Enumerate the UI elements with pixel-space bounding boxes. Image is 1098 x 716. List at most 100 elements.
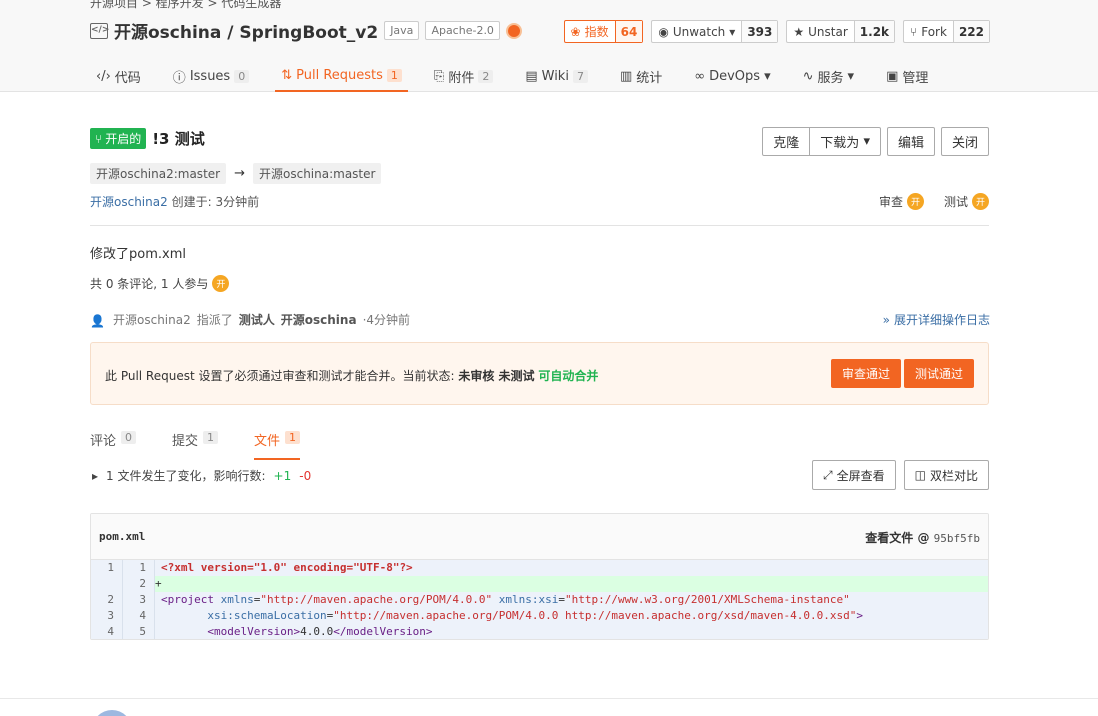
repo-title: </> 开源oschina / SpringBoot_v2 Java Apach… [90,18,522,43]
changes-summary[interactable]: ▸ 1 文件发生了变化，影响行数: +1 -0 [92,467,311,484]
pr-description: 修改了pom.xml [90,247,186,262]
fork-icon: ⑂ [910,24,918,39]
status-badge: ⑂ 开启的 [90,128,147,149]
tab-files[interactable]: 文件 1 [254,428,301,460]
tab-manage[interactable]: ▣ 管理 [880,60,934,92]
avatar[interactable]: 开 [212,275,230,292]
code-icon: ‹/› [96,68,111,84]
watch-button[interactable]: ◉ Unwatch ▾ 393 [651,20,779,43]
pull-request-icon: ⇅ [281,67,293,83]
repo-header: 开源项目 > 程序开发 > 代码生成器 </> 开源oschina / Spri… [0,0,1098,92]
eye-icon: ◉ [658,24,669,39]
code-line: <modelVersion>4.0.0</modelVersion> [207,625,433,638]
fullscreen-button[interactable]: ⤢ 全屏查看 [812,460,896,490]
star-button[interactable]: ★ Unstar 1.2k [786,20,896,43]
double-chevron-down-icon: » [882,312,890,327]
tab-issues[interactable]: ⓘ Issues 0 [167,60,255,92]
code-line: <project xmlns="http://maven.apache.org/… [161,593,850,606]
star-icon: ★ [793,24,805,39]
notice-text: 此 Pull Request 设置了必须通过审查和测试才能合并。当前状态: 未审… [105,369,599,383]
tab-wiki[interactable]: ▤ Wiki 7 [519,60,594,92]
code-line: <?xml version="1.0" encoding="UTF-8"?> [161,561,413,574]
created-info: 开源oschina2 创建于: 3分钟前 [90,195,260,209]
pr-header: ⑂ 开启的 !3 测试 [90,128,205,149]
tab-pull-requests[interactable]: ⇅ Pull Requests 1 [275,60,408,92]
target-branch[interactable]: 开源oschina:master [253,163,382,184]
diff-body: 1 1 <?xml version="1.0" encoding="UTF-8"… [91,560,988,639]
code-line: + [155,577,162,590]
clone-download-group: 克隆 下载为 ▾ [762,127,881,156]
repo-code-icon: </> [90,22,109,39]
diff-line: 2 3 <project xmlns="http://maven.apache.… [91,592,988,608]
divider [90,225,989,226]
bar-chart-icon: ▥ [619,68,633,84]
comment-summary: 共 0 条评论, 1 人参与 开 [90,275,230,292]
repo-tabs: ‹/› 代码 ⓘ Issues 0 ⇅ Pull Requests 1 ⎘ 附件 2 ▤ Wik… [90,60,954,92]
review-pass-button[interactable]: 审查通过 [830,359,901,388]
diff-filename[interactable]: pom.xml [99,530,145,543]
caret-right-icon: ▸ [92,468,99,483]
user-add-icon: 👤 [90,313,105,328]
avatar: 开 [972,193,989,210]
tab-services[interactable]: ∿ 服务 ▾ [797,60,860,92]
tester[interactable]: 测试开 [944,193,989,210]
close-button[interactable]: 关闭 [940,127,989,156]
diff-panel: pom.xml 查看文件 @ 95bf5fb 1 1 <?xml version… [90,513,989,640]
book-icon: ▤ [525,68,538,84]
language-tag[interactable]: Java [384,21,420,40]
download-button[interactable]: 下载为 ▾ [810,127,881,156]
diff-line: 3 4 xsi:schemaLocation="http://maven.apa… [91,608,988,624]
avatar: 开 [906,193,924,210]
avatar [92,710,132,716]
tab-comments[interactable]: 评论 0 [90,428,137,460]
edit-button[interactable]: 编辑 [886,127,935,156]
pr-title: !3 测试 [152,130,205,148]
tab-attachments[interactable]: ⎘ 附件 2 [428,60,499,92]
pulse-icon: ∿ [802,68,814,84]
tab-stats[interactable]: ▥ 统计 [614,60,668,92]
notice-buttons: 审查通过 测试通过 [830,359,974,388]
flower-icon: ❀ [570,24,581,39]
breadcrumb[interactable]: 开源项目 > 程序开发 > 代码生成器 [90,0,281,11]
tab-commits[interactable]: 提交 1 [172,428,219,460]
test-pass-button[interactable]: 测试通过 [903,359,974,388]
reviewer[interactable]: 审查开 [879,193,924,210]
split-view-button[interactable]: ◫ 双栏对比 [903,460,989,490]
settings-doc-icon: ▣ [886,68,899,84]
diff-line: 4 5 <modelVersion>4.0.0</modelVersion> [91,624,988,639]
repo-name[interactable]: 开源oschina / SpringBoot_v2 [114,18,378,43]
expand-icon: ⤢ [823,467,833,482]
tab-code[interactable]: ‹/› 代码 [90,60,147,92]
paperclip-icon: ⎘ [433,68,445,84]
created-time: 3分钟前 [215,195,260,209]
footer-divider [0,698,1098,699]
view-file-link[interactable]: 查看文件 @ 95bf5fb [865,529,980,546]
fork-button[interactable]: ⑂ Fork 222 [903,20,990,43]
tab-devops[interactable]: ∞ DevOps ▾ [688,60,776,92]
view-buttons: ⤢ 全屏查看 ◫ 双栏对比 [812,460,989,490]
infinity-icon: ∞ [694,68,706,84]
merge-icon: ⑂ [95,131,103,146]
gvp-medal-icon [505,22,522,39]
reviewers: 审查开 测试开 [879,193,989,210]
expand-log-link[interactable]: » 展开详细操作日志 [883,311,990,328]
merge-notice: 此 Pull Request 设置了必须通过审查和测试才能合并。当前状态: 未审… [90,342,989,405]
index-button[interactable]: ❀ 指数 64 [563,20,644,43]
source-branch[interactable]: 开源oschina2:master [90,163,227,184]
pr-actions: 克隆 下载为 ▾ 编辑 关闭 [762,127,989,156]
caret-down-icon: ▾ [863,134,870,149]
caret-down-icon: ▾ [847,68,855,84]
pr-subtabs: 评论 0 提交 1 文件 1 [90,428,301,460]
author-link[interactable]: 开源oschina2 [90,195,168,209]
branch-info: 开源oschina2:master → 开源oschina:master [90,163,382,184]
license-tag[interactable]: Apache-2.0 [425,21,500,40]
diff-header: pom.xml 查看文件 @ 95bf5fb [91,514,988,560]
issue-icon: ⓘ [172,70,186,86]
code-line: xsi:schemaLocation="http://maven.apache.… [207,609,864,622]
caret-down-icon: ▾ [729,24,736,39]
clone-button[interactable]: 克隆 [762,127,811,156]
arrow-right-icon: → [234,166,245,181]
activity-entry: 👤 开源oschina2 指派了 测试人 开源oschina ·4分钟前 [90,313,411,328]
columns-icon: ◫ [914,468,926,482]
diff-line-added: 2 + [91,576,988,592]
